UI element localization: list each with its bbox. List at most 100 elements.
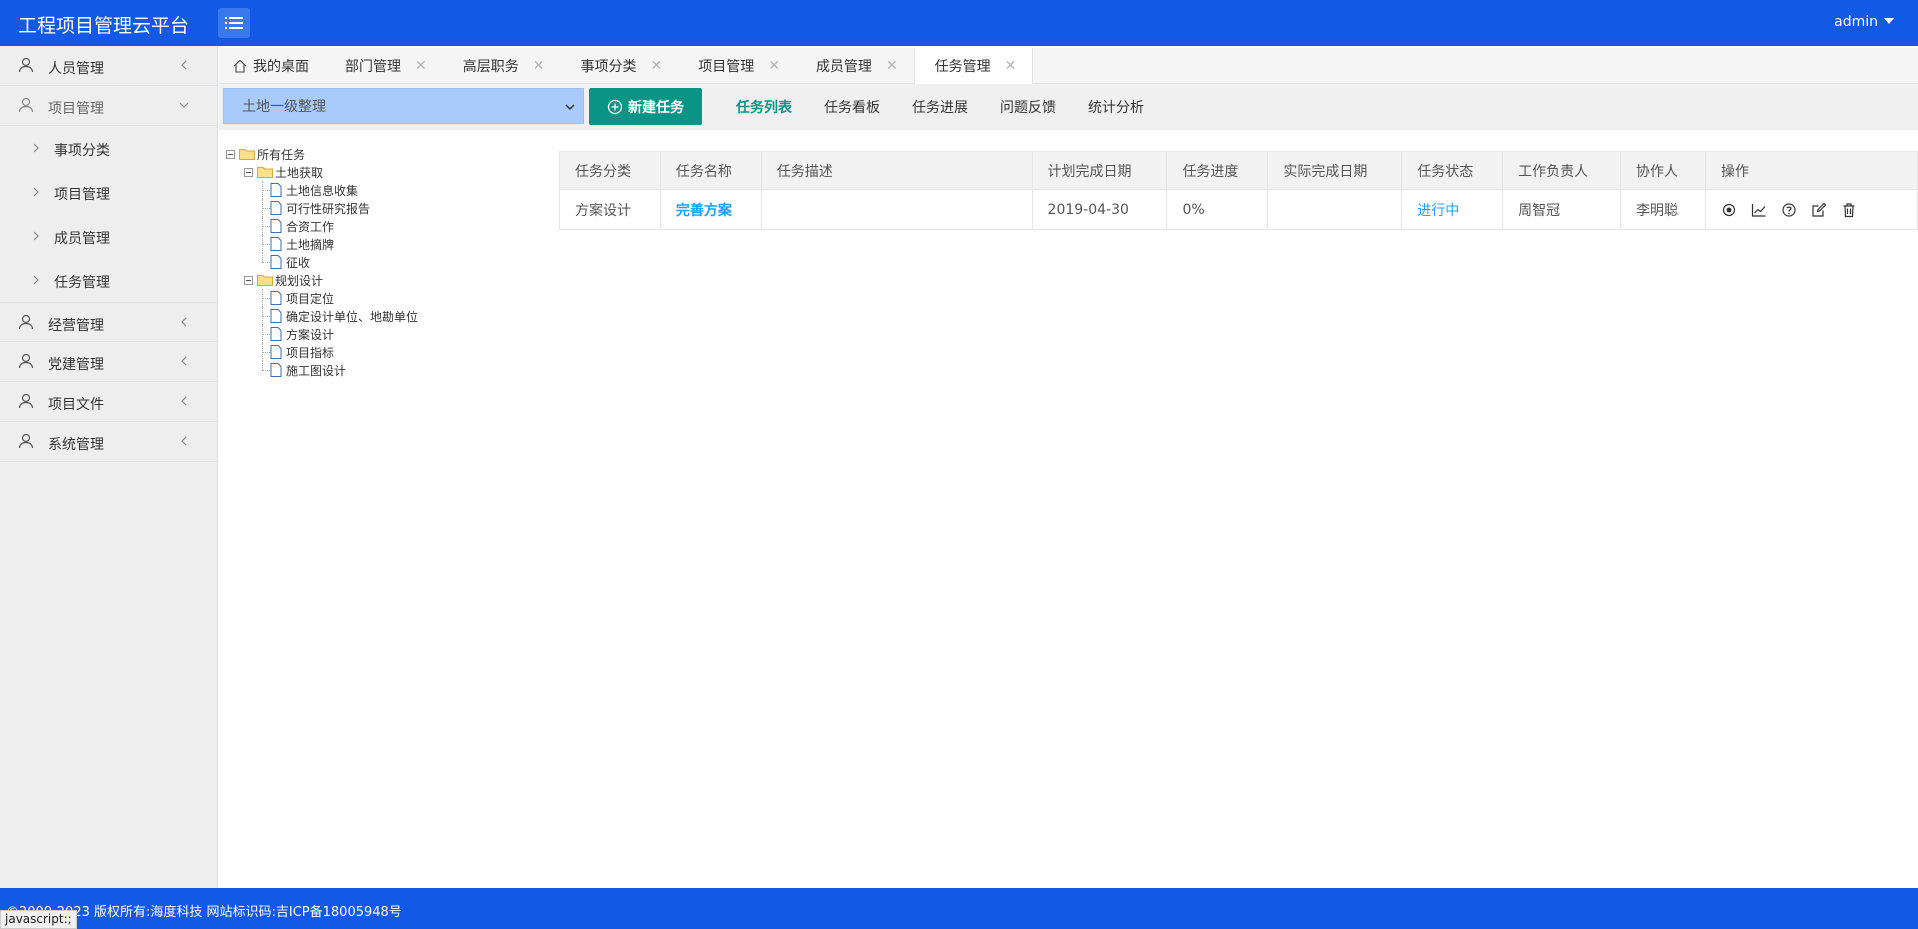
chevron-right-icon xyxy=(33,187,39,197)
tree-leaf[interactable]: 项目指标 xyxy=(226,343,546,361)
close-icon[interactable]: ✕ xyxy=(415,59,427,73)
tree-leaf[interactable]: 确定设计单位、地勘单位 xyxy=(226,307,546,325)
plus-circle-icon xyxy=(607,99,623,114)
column-header: 计划完成日期 xyxy=(1031,151,1168,190)
sidebar-subitem-project[interactable]: 项目管理 xyxy=(0,170,217,214)
edit-icon[interactable] xyxy=(1811,202,1827,218)
browser-status-text: javascript:; xyxy=(0,910,77,929)
sidebar-subitem-label: 事项分类 xyxy=(54,143,110,159)
tab-tasks[interactable]: 任务管理 ✕ xyxy=(913,48,1034,84)
chevron-right-icon xyxy=(33,275,39,285)
sidebar-item-label: 党建管理 xyxy=(48,357,104,373)
new-task-button[interactable]: 新建任务 xyxy=(589,88,702,125)
tree-root[interactable]: 所有任务 xyxy=(226,145,546,163)
tree-group[interactable]: 规划设计 xyxy=(226,271,546,289)
column-header: 实际完成日期 xyxy=(1267,151,1403,190)
status-badge: 进行中 xyxy=(1417,202,1460,219)
sidebar-item-party[interactable]: 党建管理 xyxy=(0,342,217,382)
sidebar-item-personnel[interactable]: 人员管理 xyxy=(0,46,217,86)
folder-icon xyxy=(257,275,273,286)
column-header: 任务分类 xyxy=(559,151,661,190)
collapse-toggle-icon[interactable] xyxy=(226,149,235,159)
user-icon xyxy=(18,393,34,409)
tab-label: 高层职务 xyxy=(462,59,519,75)
table-row: 方案设计 完善方案 2019-04-30 0% 进行中 周智冠 李明聪 xyxy=(559,189,1918,230)
tree-leaf[interactable]: 可行性研究报告 xyxy=(226,199,546,217)
sidebar-item-files[interactable]: 项目文件 xyxy=(0,382,217,422)
sidebar-toggle-button[interactable] xyxy=(218,8,250,38)
sidebar-subitem-category[interactable]: 事项分类 xyxy=(0,126,217,170)
cell-collaborator: 李明聪 xyxy=(1620,189,1706,230)
cell-progress: 0% xyxy=(1166,189,1269,230)
sidebar-item-system[interactable]: 系统管理 xyxy=(0,422,217,462)
close-icon[interactable]: ✕ xyxy=(1005,59,1017,73)
project-select[interactable]: 土地一级整理 xyxy=(223,88,584,124)
sidebar-item-business[interactable]: 经营管理 xyxy=(0,302,217,342)
sidebar: 人员管理 项目管理 事项分类 项目管理 成员管理 任务管理 经营管理 党建管理 … xyxy=(0,46,218,888)
subnav-task-progress[interactable]: 任务进展 xyxy=(912,97,968,117)
record-icon[interactable] xyxy=(1721,202,1737,218)
chevron-right-icon xyxy=(33,231,39,241)
close-icon[interactable]: ✕ xyxy=(768,59,780,73)
chevron-down-icon xyxy=(179,102,189,108)
document-icon xyxy=(270,327,282,341)
sidebar-subitem-members[interactable]: 成员管理 xyxy=(0,214,217,258)
tab-label: 事项分类 xyxy=(580,59,637,75)
column-header: 任务名称 xyxy=(659,151,762,190)
tree-group[interactable]: 土地获取 xyxy=(226,163,546,181)
folder-icon xyxy=(257,167,273,178)
subnav-task-list[interactable]: 任务列表 xyxy=(736,97,792,117)
sidebar-subitem-tasks[interactable]: 任务管理 xyxy=(0,258,217,302)
subnav-statistics[interactable]: 统计分析 xyxy=(1088,97,1144,117)
chevron-right-icon xyxy=(33,143,39,153)
collapse-toggle-icon[interactable] xyxy=(244,167,253,177)
home-icon xyxy=(233,59,247,73)
tree-leaf[interactable]: 土地摘牌 xyxy=(226,235,546,253)
document-icon xyxy=(270,309,282,323)
document-icon xyxy=(270,255,282,269)
tab-label: 成员管理 xyxy=(815,59,872,75)
tree-leaf[interactable]: 合资工作 xyxy=(226,217,546,235)
column-header: 工作负责人 xyxy=(1502,151,1622,190)
tree-label: 方案设计 xyxy=(286,327,335,342)
table-header-row: 任务分类 任务名称 任务描述 计划完成日期 任务进度 实际完成日期 任务状态 工… xyxy=(559,151,1918,190)
tab-members[interactable]: 成员管理 ✕ xyxy=(796,48,914,84)
tab-label: 部门管理 xyxy=(345,59,401,75)
subnav-issue-feedback[interactable]: 问题反馈 xyxy=(1000,97,1056,117)
collapse-toggle-icon[interactable] xyxy=(244,275,253,285)
column-header: 操作 xyxy=(1704,151,1918,190)
chevron-down-icon xyxy=(565,104,575,111)
user-menu[interactable]: admin xyxy=(1834,14,1894,30)
close-icon[interactable]: ✕ xyxy=(886,59,898,73)
sidebar-item-project[interactable]: 项目管理 xyxy=(0,86,217,126)
task-name-link[interactable]: 完善方案 xyxy=(676,203,732,219)
tree-leaf[interactable]: 征收 xyxy=(226,253,546,271)
tree-label: 确定设计单位、地勘单位 xyxy=(286,309,419,324)
line-chart-icon[interactable] xyxy=(1751,202,1767,218)
tab-desktop[interactable]: 我的桌面 xyxy=(219,48,325,84)
user-icon xyxy=(18,353,34,369)
tab-executive[interactable]: 高层职务 ✕ xyxy=(443,48,561,84)
user-icon xyxy=(18,97,34,113)
tab-category[interactable]: 事项分类 ✕ xyxy=(560,48,678,84)
document-icon xyxy=(270,363,282,377)
project-select-value: 土地一级整理 xyxy=(242,99,326,115)
sidebar-subitem-label: 成员管理 xyxy=(54,231,110,247)
subnav-task-board[interactable]: 任务看板 xyxy=(824,97,880,117)
tree-leaf[interactable]: 项目定位 xyxy=(226,289,546,307)
cell-description xyxy=(760,189,1033,230)
close-icon[interactable]: ✕ xyxy=(533,59,545,73)
tree-leaf[interactable]: 方案设计 xyxy=(226,325,546,343)
tree-label: 土地摘牌 xyxy=(286,237,335,252)
column-header: 任务状态 xyxy=(1401,151,1504,190)
trash-icon[interactable] xyxy=(1841,202,1857,218)
column-header: 任务进度 xyxy=(1166,151,1269,190)
tab-project[interactable]: 项目管理 ✕ xyxy=(678,48,796,84)
user-name: admin xyxy=(1834,14,1878,30)
question-circle-icon[interactable] xyxy=(1781,202,1797,218)
tree-label: 规划设计 xyxy=(275,273,324,288)
tree-leaf[interactable]: 土地信息收集 xyxy=(226,181,546,199)
close-icon[interactable]: ✕ xyxy=(650,59,662,73)
tab-department[interactable]: 部门管理 ✕ xyxy=(325,48,443,84)
tree-leaf[interactable]: 施工图设计 xyxy=(226,361,546,379)
